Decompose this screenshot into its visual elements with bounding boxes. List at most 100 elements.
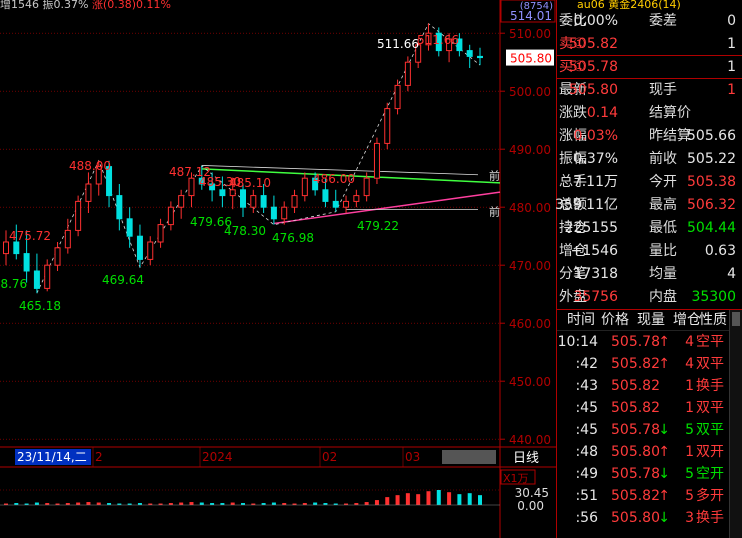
tick-volume: 1 xyxy=(685,400,694,416)
tick-scrollbar[interactable] xyxy=(729,310,742,538)
volume-bar xyxy=(230,502,235,505)
quote-label-2: 昨结算 xyxy=(649,128,691,144)
candle-body xyxy=(250,195,257,208)
quote-row: 最新 505.80 现手 1 xyxy=(557,79,742,102)
candle-body xyxy=(270,206,277,220)
candle-body xyxy=(477,55,483,59)
quote-value: 7.11万 xyxy=(572,174,618,190)
volume-top: 30.45 xyxy=(515,486,549,500)
quote-label-2: 均量 xyxy=(649,266,677,282)
tick-row[interactable]: :42 505.82 ↑ 4 双平 xyxy=(557,353,742,375)
candle-body xyxy=(23,253,30,272)
quote-value-2: 505.22 xyxy=(687,151,736,167)
low-price-label: 469.64 xyxy=(102,273,144,287)
tick-volume: 5 xyxy=(685,422,694,438)
volume-bar xyxy=(457,494,462,505)
selected-date[interactable]: 23/11/14,二 xyxy=(17,450,87,464)
candle-body xyxy=(54,247,61,266)
quote-row: 增仓 +1546 量比 0.63 xyxy=(557,240,742,263)
tick-price: 505.80 xyxy=(611,444,660,460)
low-price-label: 478.30 xyxy=(224,224,266,238)
price-tick-label: 450.00 xyxy=(509,375,551,389)
quote-row: 总手 7.11万 今开 505.38 xyxy=(557,171,742,194)
quote-label: 涨跌 xyxy=(559,105,587,121)
quote-value: 505.80 xyxy=(569,82,618,98)
quote-value: 0.37% xyxy=(573,151,618,167)
date-label: 2 xyxy=(95,450,103,464)
tick-time: :45 xyxy=(575,422,598,438)
candle-body xyxy=(322,189,329,202)
tick-nature: 双平 xyxy=(696,422,724,438)
quote-value-2: 35300 xyxy=(691,289,736,305)
tick-price: 505.78 xyxy=(611,466,660,482)
candle-body xyxy=(466,50,473,57)
line-tag: 前 xyxy=(489,204,500,218)
kline-chart[interactable]: (8754)514.01510.00500.00490.00480.00470.… xyxy=(0,0,556,538)
volume-bar xyxy=(374,500,379,505)
quote-value-2: 0 xyxy=(727,13,736,29)
volume-bar xyxy=(86,502,91,505)
tick-col-header: 增仓 xyxy=(673,312,701,328)
low-price-label: 476.98 xyxy=(272,231,314,245)
candle-body xyxy=(126,218,133,237)
tick-volume: 1 xyxy=(685,378,694,394)
tick-time: 10:14 xyxy=(557,334,598,350)
tick-row[interactable]: :45 505.82 1 双平 xyxy=(557,397,742,419)
line-tag: 前 xyxy=(489,168,500,182)
tick-time: :45 xyxy=(575,400,598,416)
tick-row[interactable]: :48 505.80 ↑ 1 双开 xyxy=(557,441,742,463)
quote-label-2: 量比 xyxy=(649,243,677,259)
volume-bar xyxy=(189,502,194,505)
high-price-label: 511.66 xyxy=(377,37,419,51)
tick-price: 505.80 xyxy=(611,510,660,526)
tick-nature: 换手 xyxy=(696,510,724,526)
quote-row: 持仓 225155 最低 504.44 xyxy=(557,217,742,240)
candle-body xyxy=(404,61,411,86)
axis-top-value: 514.01 xyxy=(510,9,552,23)
tick-row[interactable]: :45 505.78 ↓ 5 双平 xyxy=(557,419,742,441)
volume-bar xyxy=(385,497,390,505)
candle-body xyxy=(13,241,20,255)
high-price-label: 486.00 xyxy=(313,172,355,186)
candle-body xyxy=(136,235,143,260)
quote-label-2: 现手 xyxy=(649,82,677,98)
high-price-label: 488.00 xyxy=(69,159,111,173)
tick-volume: 3 xyxy=(685,510,694,526)
volume-bar xyxy=(395,495,400,505)
quote-value-2: 504.44 xyxy=(687,220,736,236)
date-scroll-box[interactable] xyxy=(442,450,496,464)
high-price-label: 485.10 xyxy=(229,176,271,190)
price-axis: (8754)514.01510.00500.00490.00480.00470.… xyxy=(500,0,556,447)
price-tick-label: 490.00 xyxy=(509,143,551,157)
tick-row[interactable]: :51 505.82 ↑ 5 多开 xyxy=(557,485,742,507)
candle-body xyxy=(188,177,195,197)
candle-body xyxy=(229,189,236,197)
candle-body xyxy=(343,200,350,208)
date-label: 02 xyxy=(322,450,337,464)
quote-table: 委比 0.00% 委差 0 卖① 505.82 1 买① 505.78 1 最新 505.80 现手 1 涨… xyxy=(555,10,742,309)
tick-time: :56 xyxy=(575,510,598,526)
volume-bar xyxy=(271,502,276,505)
period-label[interactable]: 日线 xyxy=(513,451,539,466)
quote-label-2: 最低 xyxy=(649,220,677,236)
volume-bar xyxy=(76,502,81,505)
tick-time: :43 xyxy=(575,378,598,394)
tick-row[interactable]: :43 505.82 1 换手 xyxy=(557,375,742,397)
candle-body xyxy=(332,200,339,208)
quote-value: 505.78 xyxy=(569,59,618,75)
tick-col-header: 性质 xyxy=(699,312,727,328)
tick-row[interactable]: :56 505.80 ↓ 3 换手 xyxy=(557,507,742,529)
tick-arrow: ↑ xyxy=(658,444,670,460)
low-price-label: 68.76 xyxy=(0,277,27,291)
tick-list[interactable]: 10:14 505.78 ↑ 4 空平:42 505.82 ↑ 4 双平:43 505.82 1 换手… xyxy=(557,331,742,529)
tick-price: 505.82 xyxy=(611,488,660,504)
date-label: 03 xyxy=(405,450,420,464)
date-axis[interactable]: 23/11/14,二 2 2024 02 03 日线 xyxy=(0,446,556,468)
tick-row[interactable]: :49 505.78 ↓ 5 空开 xyxy=(557,463,742,485)
quote-row: 振幅 0.37% 前收 505.22 xyxy=(557,148,742,171)
scroll-thumb[interactable] xyxy=(732,312,740,326)
volume-bar xyxy=(426,491,431,505)
volume-bar xyxy=(436,490,441,505)
tick-row[interactable]: 10:14 505.78 ↑ 4 空平 xyxy=(557,331,742,353)
quote-row: 外盘 35756 内盘 35300 xyxy=(557,286,742,309)
